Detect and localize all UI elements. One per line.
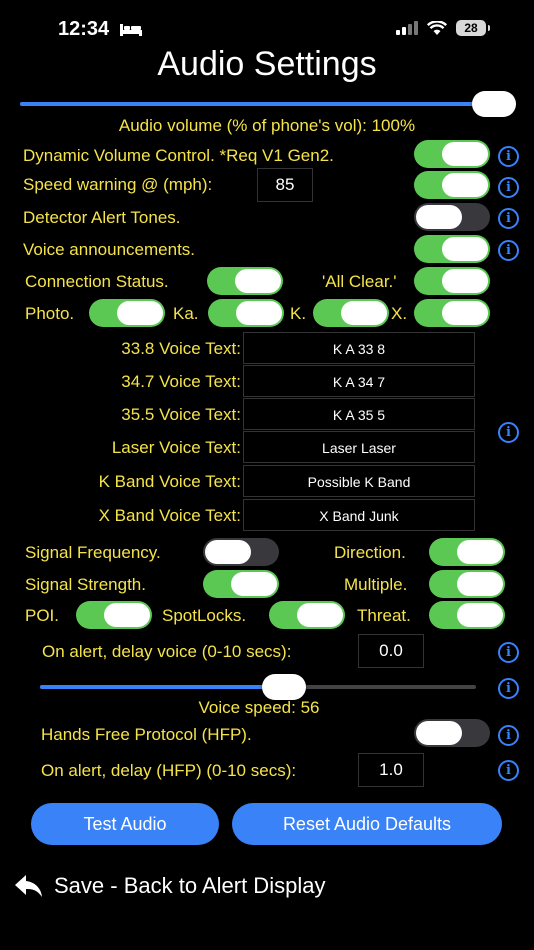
save-back-label: Save - Back to Alert Display: [54, 873, 326, 898]
k-label: K.: [290, 304, 307, 323]
page-title: Audio Settings: [157, 45, 377, 83]
all-clear-toggle[interactable]: [414, 267, 490, 295]
voice-text-input[interactable]: K A 34 7: [243, 365, 475, 397]
poi-toggle[interactable]: [76, 601, 152, 629]
connection-status-label: Connection Status.: [25, 272, 169, 291]
spotlocks-toggle[interactable]: [269, 601, 345, 629]
ka-toggle[interactable]: [208, 299, 284, 327]
cellular-signal-icon: [396, 21, 418, 35]
dynamic-volume-label: Dynamic Volume Control. *Req V1 Gen2.: [23, 146, 334, 165]
voice-speed-label: Voice speed: 56: [198, 698, 320, 717]
multiple-toggle[interactable]: [429, 570, 505, 598]
all-clear-label: 'All Clear.': [322, 272, 397, 291]
battery-icon: 28: [456, 20, 490, 36]
delay-hfp-label: On alert, delay (HFP) (0-10 secs):: [41, 761, 297, 780]
reset-audio-defaults-button[interactable]: Reset Audio Defaults: [232, 803, 502, 845]
voice-text-label: 35.5 Voice Text:: [121, 405, 241, 424]
voice-text-label: 33.8 Voice Text:: [121, 339, 241, 358]
volume-slider[interactable]: [20, 91, 516, 117]
signal-strength-toggle[interactable]: [203, 570, 279, 598]
reply-arrow-icon: [15, 875, 42, 897]
voice-text-input[interactable]: K A 33 8: [243, 332, 475, 364]
threat-toggle[interactable]: [429, 601, 505, 629]
voice-speed-info-icon[interactable]: i: [498, 678, 519, 699]
delay-voice-input[interactable]: 0.0: [358, 634, 424, 668]
delay-hfp-info-icon[interactable]: i: [498, 760, 519, 781]
voice-text-label: X Band Voice Text:: [98, 506, 241, 525]
dynamic-volume-info-icon[interactable]: i: [498, 146, 519, 167]
delay-voice-info-icon[interactable]: i: [498, 642, 519, 663]
volume-label: Audio volume (% of phone's vol): 100%: [118, 116, 416, 135]
signal-frequency-label: Signal Frequency.: [25, 543, 161, 562]
signal-frequency-toggle[interactable]: [203, 538, 279, 566]
voice-text-input[interactable]: Possible K Band: [243, 465, 475, 497]
signal-strength-label: Signal Strength.: [25, 575, 146, 594]
voice-text-info-icon[interactable]: i: [498, 422, 519, 443]
x-toggle[interactable]: [414, 299, 490, 327]
hfp-info-icon[interactable]: i: [498, 725, 519, 746]
delay-voice-label: On alert, delay voice (0-10 secs):: [42, 642, 292, 661]
detector-tones-info-icon[interactable]: i: [498, 208, 519, 229]
voice-text-label: K Band Voice Text:: [98, 472, 241, 491]
save-back-link[interactable]: Save - Back to Alert Display: [14, 873, 325, 899]
bed-icon: [120, 24, 142, 36]
wifi-icon: [427, 20, 447, 35]
status-indicators: 28: [396, 20, 490, 36]
detector-tones-toggle[interactable]: [414, 203, 490, 231]
threat-label: Threat.: [357, 606, 411, 625]
voice-speed-slider[interactable]: [40, 674, 476, 700]
voice-text-input[interactable]: K A 35 5: [243, 398, 475, 430]
spotlocks-label: SpotLocks.: [162, 606, 247, 625]
speed-warning-toggle[interactable]: [414, 171, 490, 199]
dynamic-volume-toggle[interactable]: [414, 140, 490, 168]
voice-announcements-label: Voice announcements.: [23, 240, 196, 259]
delay-hfp-input[interactable]: 1.0: [358, 753, 424, 787]
x-label: X.: [391, 304, 408, 323]
test-audio-button[interactable]: Test Audio: [31, 803, 219, 845]
hfp-toggle[interactable]: [414, 719, 490, 747]
hfp-label: Hands Free Protocol (HFP).: [41, 725, 252, 744]
direction-toggle[interactable]: [429, 538, 505, 566]
ka-label: Ka.: [173, 304, 199, 323]
k-toggle[interactable]: [313, 299, 389, 327]
voice-speed-slider-thumb[interactable]: [262, 674, 307, 700]
voice-announcements-info-icon[interactable]: i: [498, 240, 519, 261]
connection-status-toggle[interactable]: [207, 267, 283, 295]
direction-label: Direction.: [334, 543, 406, 562]
voice-announcements-toggle[interactable]: [414, 235, 490, 263]
voice-text-label: Laser Voice Text:: [111, 438, 241, 457]
poi-label: POI.: [25, 606, 60, 625]
detector-tones-label: Detector Alert Tones.: [23, 208, 181, 227]
photo-label: Photo.: [25, 304, 75, 323]
speed-warning-info-icon[interactable]: i: [498, 177, 519, 198]
speed-warning-label: Speed warning @ (mph):: [23, 175, 213, 194]
status-time: 12:34: [58, 18, 110, 40]
speed-warning-input[interactable]: 85: [257, 168, 313, 202]
photo-toggle[interactable]: [89, 299, 165, 327]
voice-text-label: 34.7 Voice Text:: [121, 372, 241, 391]
voice-text-input[interactable]: X Band Junk: [243, 499, 475, 531]
voice-text-input[interactable]: Laser Laser: [243, 431, 475, 463]
volume-slider-thumb[interactable]: [472, 91, 516, 117]
multiple-label: Multiple.: [344, 575, 408, 594]
